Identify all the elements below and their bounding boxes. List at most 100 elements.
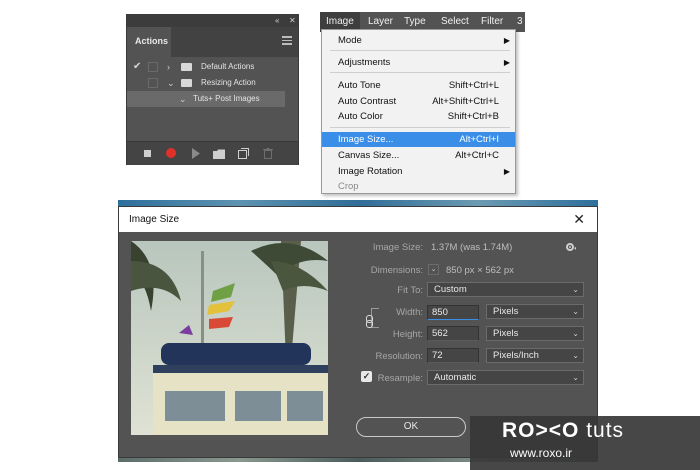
- menu-3d[interactable]: 3: [517, 12, 523, 32]
- submenu-arrow-icon: ▶: [503, 167, 510, 176]
- menu-item-label: Canvas Size...: [338, 150, 400, 161]
- watermark-logo: RO><O tuts: [502, 419, 624, 443]
- actions-panel: « ✕ Actions ✔ › Default Actions ⌄ Resizi…: [126, 14, 299, 165]
- menu-item-label: Image Rotation: [338, 166, 403, 177]
- menu-item-label: Auto Tone: [338, 80, 381, 91]
- dimensions-value: 850 px × 562 px: [446, 265, 514, 276]
- menu-item-label: Mode: [338, 35, 362, 46]
- fit-to-label: Fit To:: [397, 285, 423, 296]
- menu-item-label: Image Size...: [338, 134, 394, 145]
- chevron-down-icon: ⌄: [572, 307, 579, 316]
- action-set-label: Default Actions: [201, 62, 255, 71]
- menu-item-adjustments[interactable]: Adjustments ▶: [322, 55, 515, 70]
- resolution-unit-value: Pixels/Inch: [493, 350, 539, 361]
- chevron-down-icon: ⌄: [572, 373, 579, 382]
- resolution-label: Resolution:: [375, 351, 423, 362]
- dialog-titlebar: Image Size ✕: [119, 207, 597, 232]
- menu-shortcut: Alt+Shift+Ctrl+L: [432, 96, 499, 107]
- actions-panel-header: « ✕: [127, 15, 298, 27]
- width-unit-value: Pixels: [493, 306, 519, 317]
- trash-icon[interactable]: [263, 148, 273, 159]
- chevron-down-icon[interactable]: ⌄: [167, 75, 175, 91]
- resolution-input[interactable]: 72: [427, 348, 479, 363]
- menu-item-image-rotation[interactable]: Image Rotation ▶: [322, 164, 515, 179]
- image-size-value: 1.37M (was 1.74M): [431, 242, 513, 253]
- action-set-label: Resizing Action: [201, 78, 256, 87]
- width-input[interactable]: 850: [427, 305, 479, 320]
- menu-shortcut: Shift+Ctrl+B: [447, 111, 499, 122]
- menu-shortcut: Alt+Ctrl+I: [459, 134, 499, 145]
- submenu-arrow-icon: ▶: [503, 58, 510, 67]
- dimensions-label: Dimensions:: [370, 265, 423, 276]
- menu-item-auto-contrast[interactable]: Auto Contrast Alt+Shift+Ctrl+L: [322, 94, 515, 109]
- resample-label: Resample:: [377, 373, 423, 384]
- chevron-down-icon: ⌄: [572, 329, 579, 338]
- dialog-title: Image Size: [129, 214, 180, 225]
- preview-photo: [131, 241, 328, 435]
- watermark-logo-text: RO><O: [502, 419, 580, 442]
- height-label: Height:: [392, 329, 423, 340]
- height-input[interactable]: 562: [427, 326, 479, 341]
- resample-select[interactable]: Automatic ⌄: [427, 370, 584, 385]
- chevron-down-icon: ⌄: [572, 351, 579, 360]
- close-panel-icon[interactable]: ✕: [289, 15, 296, 26]
- menu-item-label: Auto Contrast: [338, 96, 397, 107]
- chevron-down-icon: ⌄: [572, 285, 579, 294]
- resolution-unit-select[interactable]: Pixels/Inch ⌄: [486, 348, 584, 363]
- actions-toolbar: [127, 141, 298, 165]
- dialog-toggle-icon[interactable]: [148, 62, 158, 72]
- menu-shortcut: Shift+Ctrl+L: [448, 80, 499, 91]
- chevron-down-icon[interactable]: ⌄: [179, 91, 187, 107]
- width-label: Width:: [396, 307, 423, 318]
- new-action-icon[interactable]: [238, 148, 249, 159]
- action-set-row[interactable]: ✔ › Default Actions: [127, 59, 298, 75]
- collapse-panel-icon[interactable]: «: [275, 15, 279, 26]
- dimensions-unit-toggle[interactable]: ⌄: [428, 264, 439, 275]
- resample-checkbox[interactable]: ✓: [361, 371, 372, 382]
- watermark-logo-suffix: tuts: [579, 419, 625, 442]
- panel-menu-icon[interactable]: [282, 36, 292, 46]
- tab-actions[interactable]: Actions: [127, 27, 171, 57]
- dialog-toggle-icon[interactable]: [148, 94, 158, 104]
- menu-item-canvas-size[interactable]: Canvas Size... Alt+Ctrl+C: [322, 148, 515, 163]
- height-unit-select[interactable]: Pixels ⌄: [486, 326, 584, 341]
- watermark-url: www.roxo.ir: [510, 446, 573, 460]
- action-item-row[interactable]: ⌄ Tuts+ Post Images: [127, 91, 285, 107]
- record-icon[interactable]: [166, 148, 176, 158]
- menu-item-label: Adjustments: [338, 57, 391, 68]
- fit-to-value: Custom: [434, 284, 467, 295]
- menu-item-image-size[interactable]: Image Size... Alt+Ctrl+I: [322, 132, 515, 147]
- menu-item-auto-tone[interactable]: Auto Tone Shift+Ctrl+L: [322, 78, 515, 93]
- ok-button[interactable]: OK: [356, 417, 466, 437]
- menu-item-mode[interactable]: Mode ▶: [322, 33, 515, 48]
- checkmark-icon[interactable]: ✔: [133, 59, 143, 75]
- menu-separator: [330, 72, 510, 73]
- menu-shortcut: Alt+Ctrl+C: [455, 150, 499, 161]
- fit-to-select[interactable]: Custom ⌄: [427, 282, 584, 297]
- play-icon[interactable]: [191, 148, 201, 159]
- menu-item-crop: Crop: [322, 179, 515, 194]
- image-size-label: Image Size:: [372, 242, 423, 253]
- menu-separator: [330, 50, 510, 51]
- height-unit-value: Pixels: [493, 328, 519, 339]
- chevron-right-icon[interactable]: ›: [167, 59, 170, 75]
- folder-icon[interactable]: [213, 149, 225, 159]
- image-menu-dropdown: Mode ▶ Adjustments ▶ Auto Tone Shift+Ctr…: [321, 29, 516, 194]
- action-set-row[interactable]: ⌄ Resizing Action: [127, 75, 298, 91]
- submenu-arrow-icon: ▶: [503, 36, 510, 45]
- close-icon[interactable]: ✕: [573, 210, 585, 228]
- gear-icon[interactable]: [565, 242, 577, 252]
- menu-item-label: Auto Color: [338, 111, 383, 122]
- resample-value: Automatic: [434, 372, 477, 383]
- stop-icon[interactable]: [144, 150, 151, 157]
- folder-icon: [181, 63, 192, 71]
- width-unit-select[interactable]: Pixels ⌄: [486, 304, 584, 319]
- dialog-toggle-icon[interactable]: [148, 78, 158, 88]
- menu-item-auto-color[interactable]: Auto Color Shift+Ctrl+B: [322, 109, 515, 124]
- image-preview[interactable]: [131, 241, 328, 435]
- actions-tabbar: Actions: [127, 27, 298, 57]
- menu-separator: [330, 127, 510, 128]
- action-item-label: Tuts+ Post Images: [193, 94, 260, 103]
- folder-icon: [181, 79, 192, 87]
- watermark: RO><O tuts www.roxo.ir: [470, 416, 700, 470]
